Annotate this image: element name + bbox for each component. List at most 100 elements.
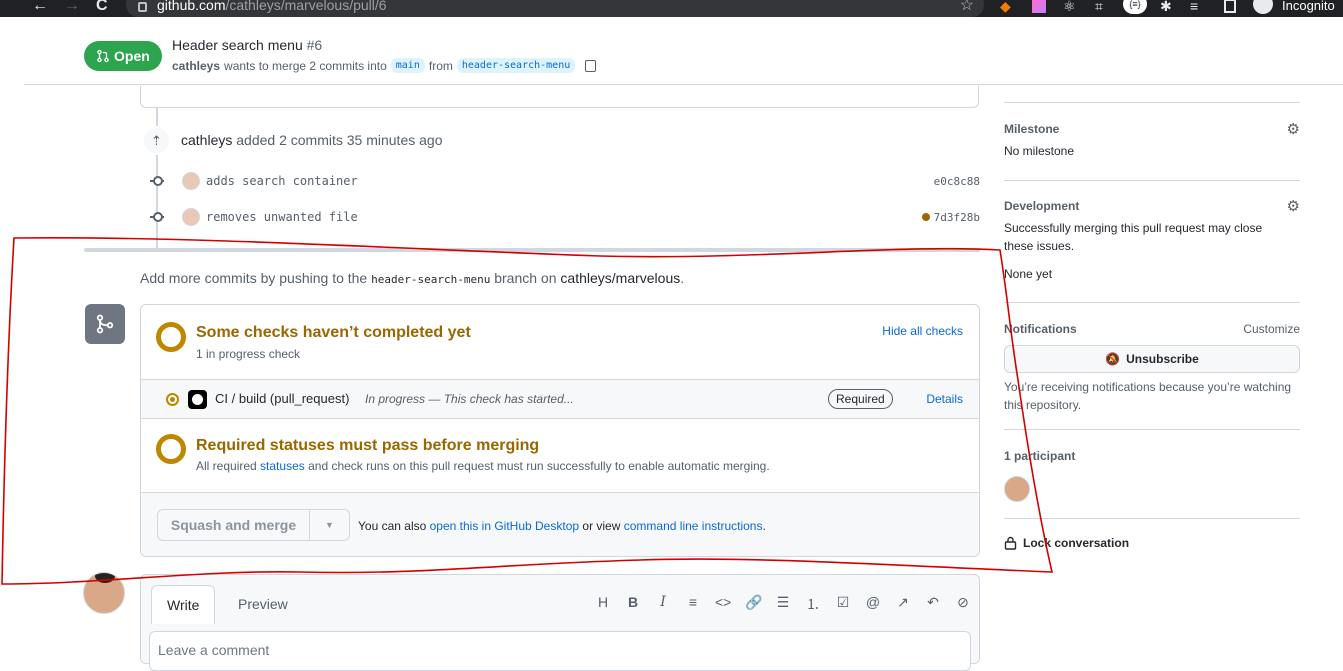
merge-alternatives: You can also open this in GitHub Desktop… [358, 519, 766, 533]
lock-conversation-button[interactable]: Lock conversation [1004, 536, 1300, 550]
commit-message[interactable]: removes unwanted file [206, 210, 358, 224]
copy-icon[interactable] [585, 59, 597, 72]
pr-sticky-header: Open Header search menu #6 cathleys want… [24, 17, 1343, 85]
commit-sha[interactable]: 7d3f28b [934, 211, 980, 224]
reading-list-icon[interactable]: ≡ [1190, 0, 1198, 14]
code-icon[interactable]: <> [715, 594, 731, 614]
checks-subtitle: 1 in progress check [196, 347, 301, 361]
bell-slash-icon: 🔕 [1105, 352, 1121, 366]
squash-and-merge-button[interactable]: Squash and merge [158, 510, 310, 540]
ordered-list-icon[interactable]: ⒈ [805, 594, 821, 614]
milestone-heading[interactable]: Milestone [1004, 122, 1300, 136]
reload-icon[interactable]: C [96, 0, 108, 15]
required-statuses-section: Required statuses must pass before mergi… [141, 419, 979, 492]
statuses-link[interactable]: statuses [260, 459, 305, 473]
required-sub-post: and check runs on this pull request must… [308, 459, 770, 473]
checks-section: Some checks haven’t completed yet 1 in p… [141, 305, 979, 379]
commit-row: removes unwanted file 7d3f28b [140, 206, 980, 228]
development-heading[interactable]: Development [1004, 199, 1300, 213]
pr-author[interactable]: cathleys [172, 59, 220, 73]
pr-number: #6 [306, 37, 323, 53]
required-badge: Required [828, 389, 893, 409]
avatar[interactable] [182, 172, 200, 190]
bookmark-star-icon[interactable]: ☆ [960, 0, 974, 15]
participants-heading: 1 participant [1004, 449, 1076, 463]
required-title: Required statuses must pass before mergi… [196, 437, 540, 454]
pr-state-label: Open [114, 48, 150, 64]
cross-reference-icon[interactable]: ↗ [895, 594, 911, 614]
pending-ring-icon [156, 322, 186, 352]
url-path: /cathleys/marvelous/pull/6 [225, 0, 387, 13]
address-bar[interactable]: github.com/cathleys/marvelous/pull/6 ☆ [126, 0, 984, 17]
milestone-value: No milestone [1004, 144, 1075, 158]
command-line-instructions-link[interactable]: command line instructions [624, 519, 763, 533]
lock-icon [138, 1, 147, 12]
reply-icon[interactable]: ↶ [925, 594, 941, 614]
hint-mid: branch on [494, 270, 557, 286]
head-branch[interactable]: header-search-menu [456, 58, 576, 73]
check-name: CI / build (pull_request) [215, 391, 350, 406]
hide-all-checks-link[interactable]: Hide all checks [882, 324, 963, 338]
merge-box: Some checks haven’t completed yet 1 in p… [140, 304, 980, 557]
link-icon[interactable]: 🔗 [745, 594, 762, 614]
base-branch[interactable]: main [390, 58, 425, 73]
heading-icon[interactable]: H [595, 594, 611, 614]
event-text: added 2 commits 35 minutes ago [236, 132, 443, 148]
gear-icon[interactable]: ⚙ [1287, 197, 1300, 215]
unordered-list-icon[interactable]: ☰ [775, 594, 791, 614]
mention-icon[interactable]: @ [865, 594, 881, 614]
hint-suffix: . [680, 270, 685, 286]
repo-push-icon: ⇡ [142, 126, 171, 155]
url-host: github.com [157, 0, 226, 13]
development-value: None yet [1004, 267, 1053, 281]
avatar[interactable] [83, 572, 125, 614]
previous-timeline-box [140, 86, 979, 108]
markdown-toolbar: H B I ≡ <> 🔗 ☰ ⒈ ☑ @ ↗ ↶ ⊘ [595, 594, 971, 614]
status-check-row: CI / build (pull_request) In progress — … [141, 379, 979, 419]
pr-subtitle: cathleys wants to merge 2 commits into m… [172, 58, 597, 73]
incognito-icon[interactable] [1253, 0, 1273, 14]
in-progress-dot-icon [166, 393, 179, 406]
extension-icon-crop[interactable]: ⌗ [1095, 0, 1103, 15]
pending-status-dot-icon[interactable] [922, 213, 930, 221]
event-author[interactable]: cathleys [181, 132, 232, 148]
participant-avatar[interactable] [1004, 476, 1030, 502]
required-sub-pre: All required [196, 459, 257, 473]
italic-icon[interactable]: I [655, 594, 671, 614]
customize-link[interactable]: Customize [1243, 322, 1300, 336]
required-subtitle: All required statuses and check runs on … [196, 459, 770, 473]
hint-branch: header-search-menu [371, 273, 491, 286]
tab-preview[interactable]: Preview [223, 585, 303, 623]
extension-icon-2[interactable] [1032, 0, 1046, 13]
avatar[interactable] [182, 208, 200, 226]
forward-icon[interactable]: → [64, 0, 80, 15]
back-icon[interactable]: ← [32, 0, 48, 15]
commit-message[interactable]: adds search container [206, 174, 358, 188]
gear-icon[interactable]: ⚙ [1287, 120, 1300, 138]
timeline-separator [84, 248, 980, 252]
triangle-down-icon[interactable]: ▼ [310, 510, 349, 540]
hint-repo[interactable]: cathleys/marvelous [560, 270, 680, 286]
side-panel-icon[interactable] [1224, 0, 1236, 13]
git-pull-request-icon [97, 49, 109, 63]
extension-icon-1[interactable]: ◆ [1000, 0, 1011, 15]
open-github-desktop-link[interactable]: open this in GitHub Desktop [430, 519, 579, 533]
sidebar-divider [1004, 102, 1300, 103]
tab-write[interactable]: Write [151, 585, 216, 624]
check-details-link[interactable]: Details [926, 392, 963, 406]
pr-from-text: from [428, 58, 453, 73]
pr-title-text: Header search menu [172, 37, 303, 53]
unsubscribe-button[interactable]: 🔕 Unsubscribe [1004, 345, 1300, 373]
react-icon[interactable]: ⚛ [1063, 0, 1076, 15]
puzzle-icon[interactable]: ✱ [1160, 0, 1172, 15]
bold-icon[interactable]: B [625, 594, 641, 614]
slash-commands-icon[interactable]: ⊘ [955, 594, 971, 614]
pr-merge-text: wants to merge 2 commits into [224, 58, 387, 73]
extension-badge-icon[interactable]: {≡} [1123, 0, 1147, 14]
comment-textarea[interactable]: Leave a comment [149, 631, 971, 671]
tasklist-icon[interactable]: ☑ [835, 594, 851, 614]
sidebar-development: Development ⚙ Successfully merging this … [1004, 197, 1300, 283]
quote-icon[interactable]: ≡ [685, 594, 701, 614]
incognito-label: Incognito [1282, 0, 1335, 13]
commit-sha[interactable]: e0c8c88 [934, 175, 980, 188]
